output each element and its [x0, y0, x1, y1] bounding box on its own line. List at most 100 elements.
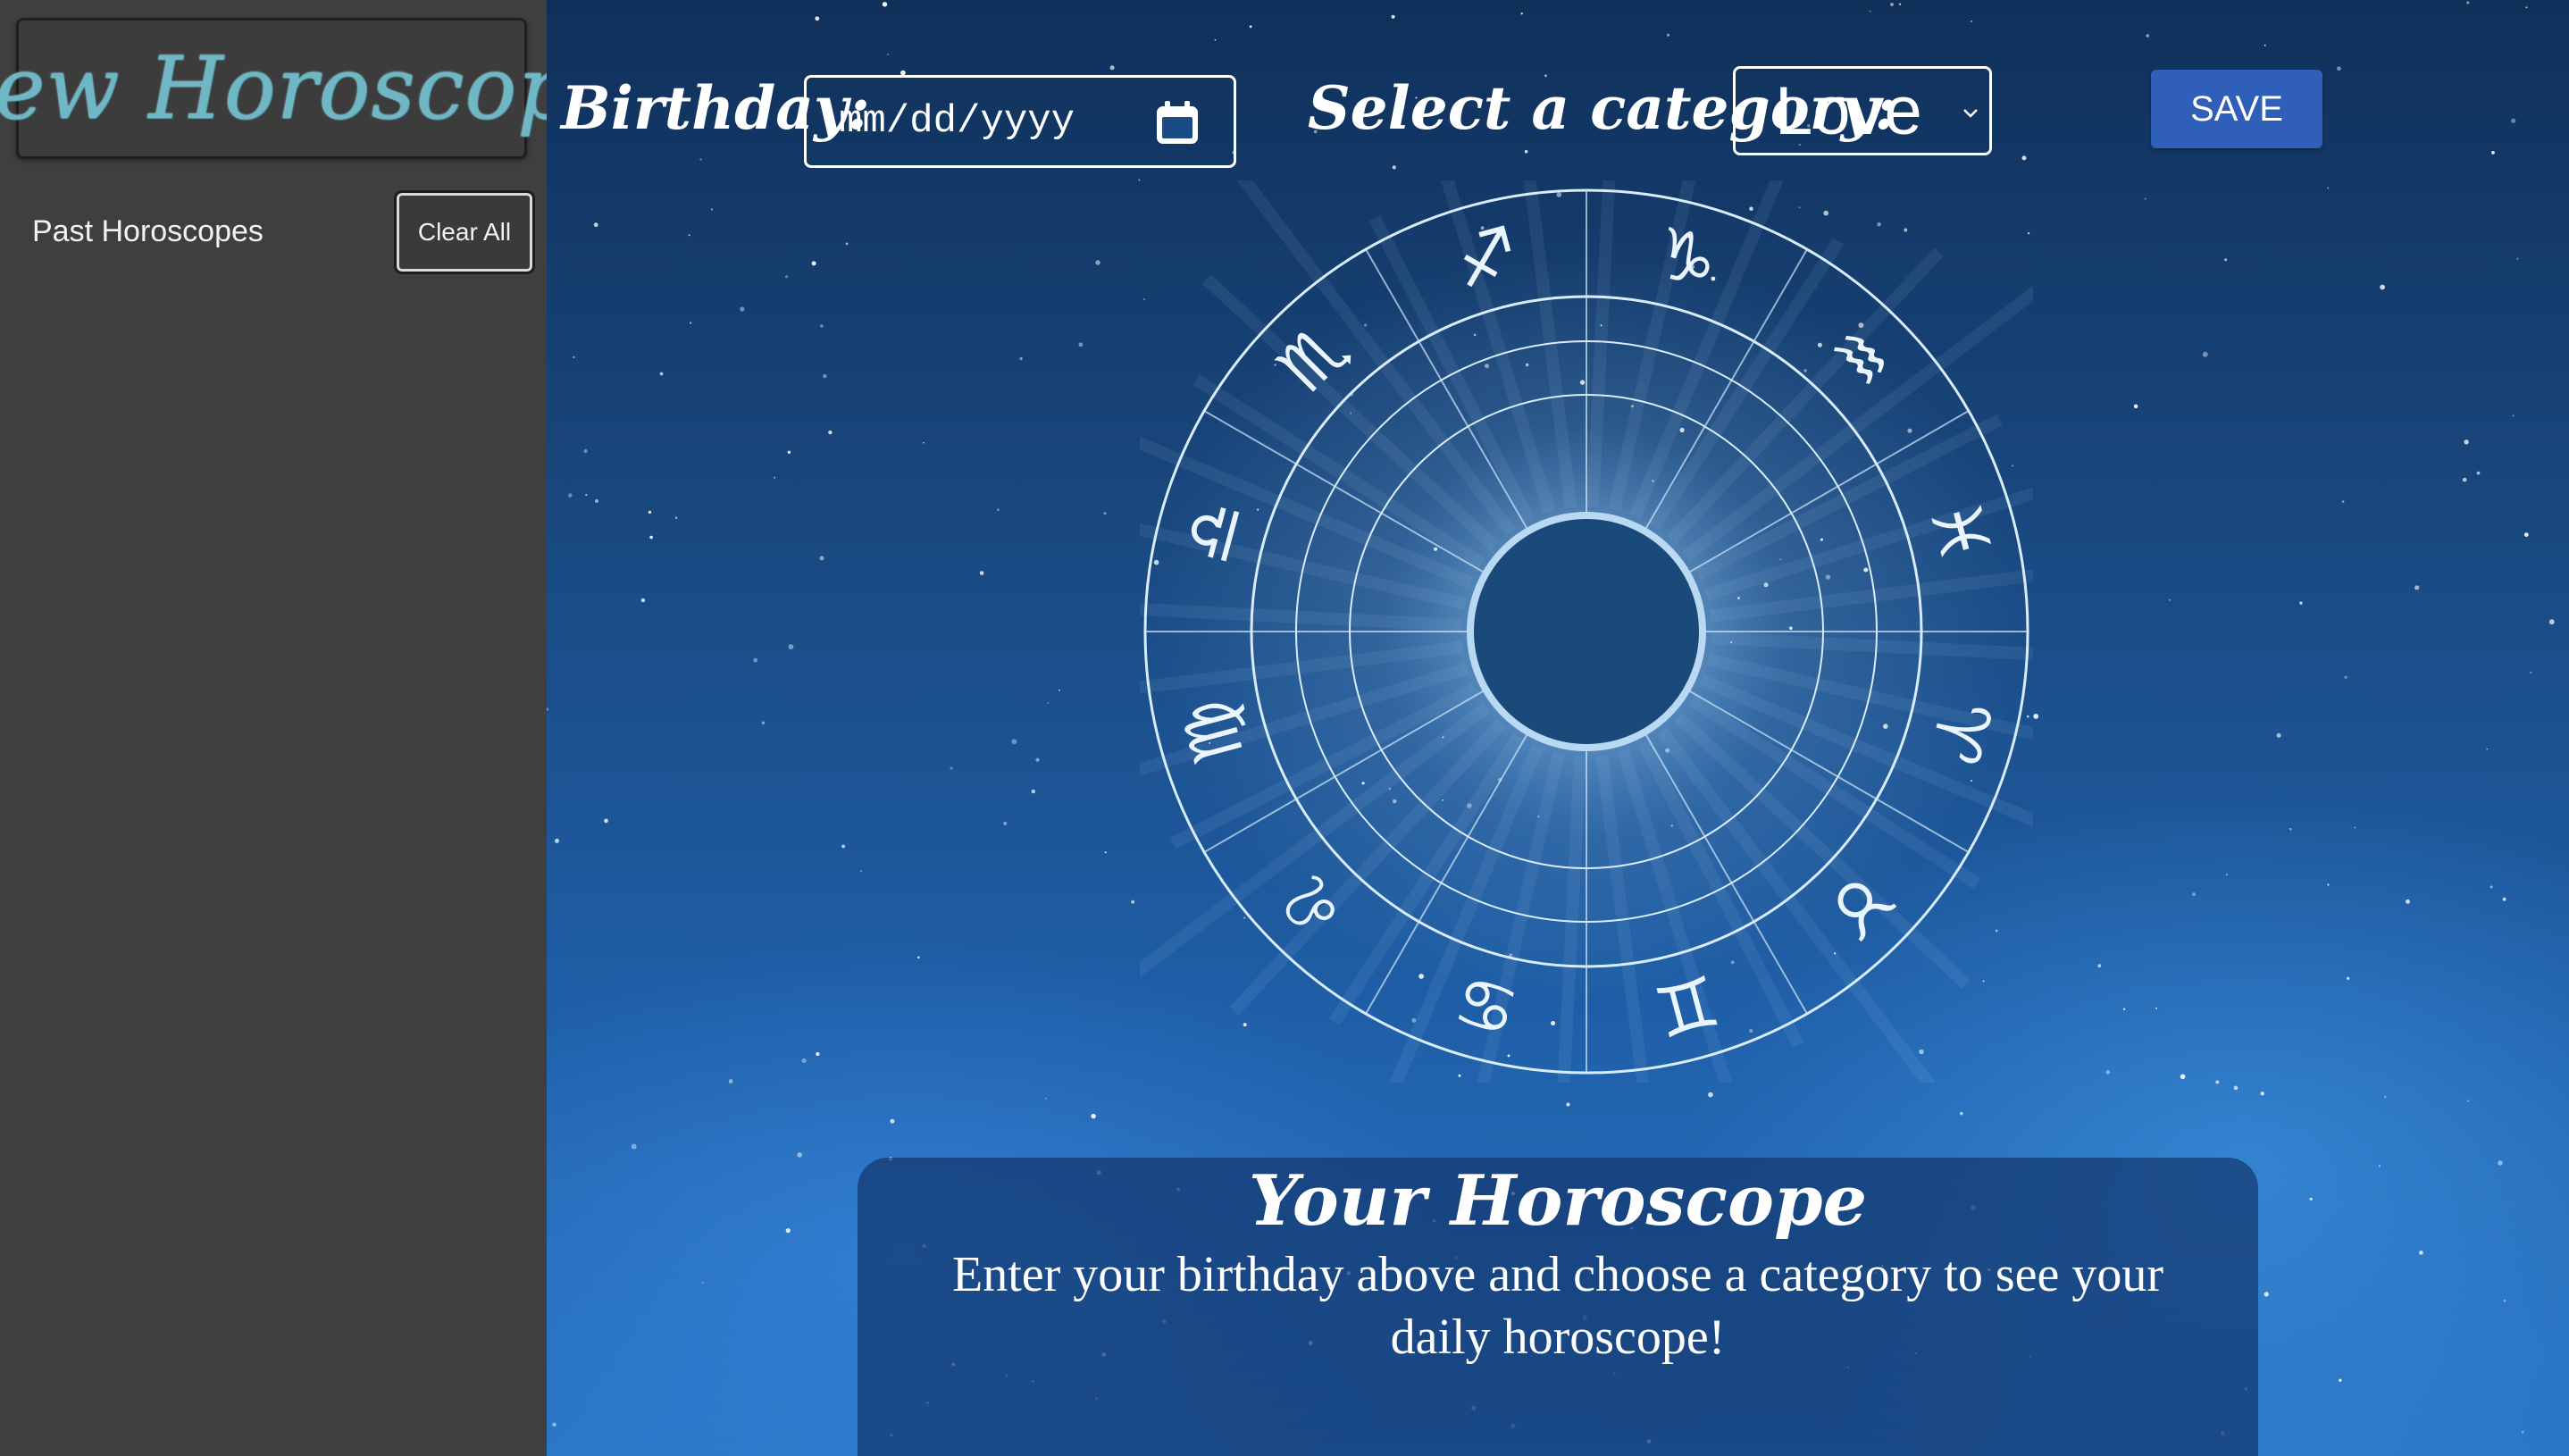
star	[2419, 1251, 2423, 1255]
star	[2354, 826, 2356, 829]
zodiac-sign-icon: ♍	[1167, 690, 1260, 772]
star	[1095, 260, 1100, 265]
main-area: Birthday: mm/dd/yyyy Select a category: …	[547, 0, 2569, 1456]
star	[2378, 1165, 2381, 1167]
star	[2503, 1300, 2506, 1302]
star	[573, 356, 575, 358]
star	[823, 373, 827, 379]
star	[2476, 471, 2481, 475]
star	[1091, 1113, 1096, 1119]
zodiac-sign-icon: ♊	[1645, 958, 1727, 1051]
star	[2462, 477, 2467, 482]
star	[604, 818, 608, 824]
star	[1391, 14, 1395, 19]
star	[890, 1118, 895, 1124]
star	[690, 322, 692, 324]
zodiac-sign-icon: ♑	[1645, 212, 1727, 305]
star	[1104, 851, 1107, 854]
star	[699, 158, 702, 161]
star	[2133, 404, 2138, 409]
star	[552, 1422, 556, 1427]
star	[2169, 598, 2172, 601]
past-horoscopes-label: Past Horoscopes	[32, 214, 264, 248]
clear-all-button[interactable]: Clear All	[394, 190, 535, 274]
star	[2498, 1160, 2503, 1166]
star	[2021, 155, 2027, 161]
star	[2414, 585, 2420, 590]
star	[2341, 500, 2345, 503]
star	[2502, 897, 2506, 901]
star	[1970, 20, 1973, 22]
star	[585, 494, 588, 497]
star	[819, 556, 824, 561]
star	[787, 450, 791, 454]
star	[1011, 739, 1017, 745]
star	[2466, 1, 2470, 4]
star	[1520, 13, 1523, 15]
birthday-date-input[interactable]: mm/dd/yyyy	[804, 75, 1236, 168]
star	[2233, 1085, 2238, 1091]
star	[785, 1228, 791, 1234]
star	[2327, 187, 2330, 189]
star	[2548, 619, 2555, 625]
star	[701, 1282, 704, 1284]
star	[828, 430, 833, 435]
star	[2264, 1292, 2269, 1297]
star	[1109, 65, 1115, 71]
star	[2337, 66, 2341, 71]
star	[2105, 1070, 2111, 1075]
star	[1890, 3, 1894, 6]
star	[761, 721, 766, 724]
star	[820, 324, 824, 328]
star	[594, 498, 599, 504]
star	[979, 571, 984, 575]
star	[1249, 25, 1252, 29]
star	[2511, 118, 2516, 123]
star	[2276, 732, 2281, 738]
star	[923, 441, 925, 444]
star	[841, 844, 846, 849]
star	[2380, 284, 2386, 290]
star	[631, 1143, 637, 1150]
star	[1059, 689, 1060, 691]
star	[2516, 257, 2519, 260]
star	[1103, 512, 1107, 515]
star	[1003, 821, 1008, 826]
app-logo: New Horoscope	[0, 18, 623, 159]
star	[753, 657, 758, 663]
star	[2144, 197, 2146, 200]
star	[2289, 827, 2292, 831]
star	[2530, 672, 2531, 674]
star	[1524, 149, 1528, 154]
star	[1035, 757, 1040, 762]
calendar-icon[interactable]	[1153, 99, 1201, 147]
star	[2192, 892, 2196, 897]
logo-text: New Horoscope	[0, 38, 625, 138]
star	[816, 1051, 820, 1057]
star	[1566, 1102, 1570, 1107]
star	[547, 707, 549, 711]
zodiac-sign-icon: ♓	[1912, 491, 2006, 573]
save-button[interactable]: SAVE	[2151, 70, 2322, 148]
horoscope-card: Your Horoscope Enter your birthday above…	[858, 1158, 2258, 1456]
horoscope-text: Enter your birthday above and choose a c…	[952, 1246, 2163, 1365]
date-placeholder: mm/dd/yyyy	[839, 99, 1075, 144]
category-select[interactable]: Love	[1733, 66, 1992, 155]
star	[1031, 789, 1036, 794]
star	[1047, 702, 1050, 705]
wheel-center	[1467, 512, 1706, 751]
star	[797, 1152, 802, 1158]
star	[2512, 414, 2515, 417]
star	[2202, 351, 2208, 357]
star	[710, 208, 714, 211]
star	[801, 1058, 807, 1064]
star	[1045, 1097, 1047, 1100]
star	[688, 234, 690, 237]
category-selected-value: Love	[1775, 72, 1922, 149]
star	[2491, 151, 2495, 155]
zodiac-sign-icon: ♋	[1446, 958, 1527, 1051]
star	[555, 838, 559, 843]
star	[1078, 342, 1084, 347]
star	[2215, 1080, 2220, 1084]
star	[1898, 3, 1902, 5]
